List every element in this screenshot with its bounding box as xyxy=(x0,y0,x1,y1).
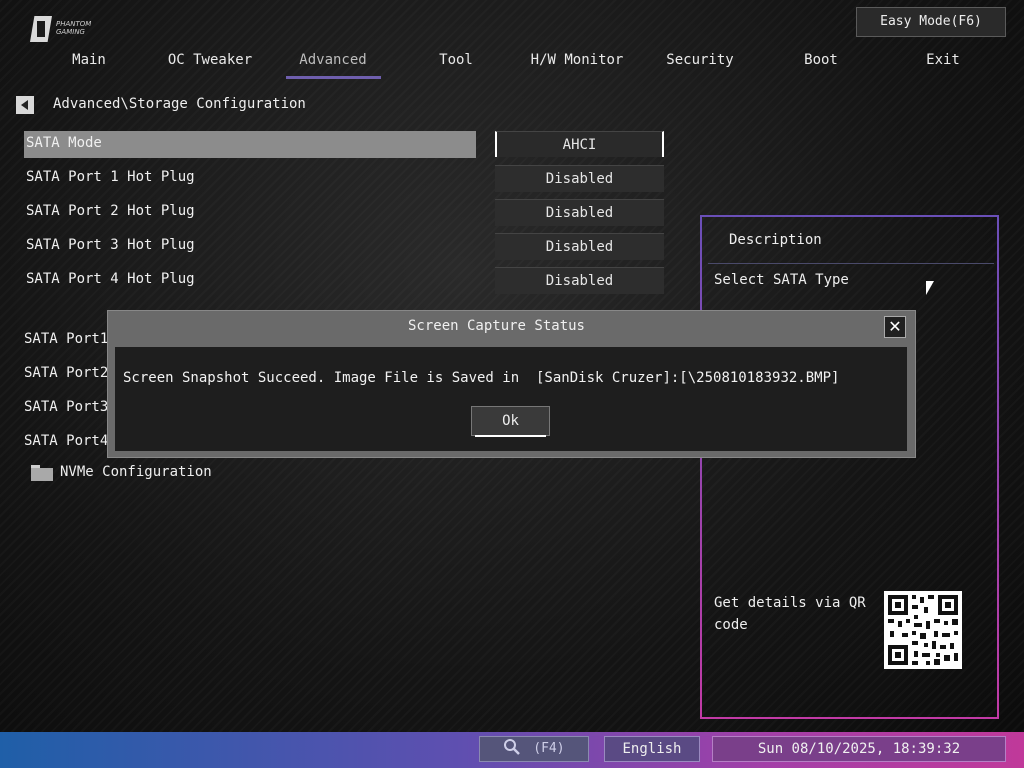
ok-button[interactable]: Ok xyxy=(471,406,550,437)
mouse-cursor-icon xyxy=(926,281,934,295)
tab-hw-monitor[interactable]: H/W Monitor xyxy=(516,52,638,72)
setting-value-port3-hotplug[interactable]: Disabled xyxy=(495,233,664,260)
sata-port4-info: SATA Port4 xyxy=(24,433,109,449)
description-divider xyxy=(708,263,994,264)
description-title: Description xyxy=(729,232,822,248)
tab-boot[interactable]: Boot xyxy=(760,52,882,72)
tab-oc-tweaker[interactable]: OC Tweaker xyxy=(149,52,271,72)
setting-label-port4-hotplug[interactable]: SATA Port 4 Hot Plug xyxy=(26,271,195,287)
sata-port1-info: SATA Port1 xyxy=(24,331,109,347)
setting-value-sata-mode[interactable]: AHCI xyxy=(495,131,664,157)
setting-value-port1-hotplug[interactable]: Disabled xyxy=(495,165,664,192)
setting-label-port3-hotplug[interactable]: SATA Port 3 Hot Plug xyxy=(26,237,195,253)
easy-mode-button[interactable]: Easy Mode(F6) xyxy=(856,7,1006,37)
language-button[interactable]: English xyxy=(604,736,700,762)
tab-security[interactable]: Security xyxy=(639,52,761,72)
phantom-gaming-logo: PHANTOM GAMING xyxy=(30,16,106,44)
search-shortcut: (F4) xyxy=(533,741,565,756)
search-button[interactable]: (F4) xyxy=(479,736,589,762)
tab-main[interactable]: Main xyxy=(28,52,150,72)
qr-caption: Get details via QR code xyxy=(714,595,866,633)
setting-label-port2-hotplug[interactable]: SATA Port 2 Hot Plug xyxy=(26,203,195,219)
close-icon[interactable]: ✕ xyxy=(884,316,906,338)
sata-port2-info: SATA Port2 xyxy=(24,365,109,381)
qr-code-icon xyxy=(884,591,962,669)
search-icon xyxy=(503,739,533,756)
tab-exit[interactable]: Exit xyxy=(882,52,1004,72)
datetime-display: Sun 08/10/2025, 18:39:32 xyxy=(712,736,1006,762)
nvme-configuration-link[interactable]: NVMe Configuration xyxy=(60,464,212,480)
setting-value-port2-hotplug[interactable]: Disabled xyxy=(495,199,664,226)
folder-icon xyxy=(31,465,53,481)
setting-value-port4-hotplug[interactable]: Disabled xyxy=(495,267,664,294)
active-tab-indicator xyxy=(286,76,381,79)
sata-port3-info: SATA Port3 xyxy=(24,399,109,415)
back-arrow-icon[interactable] xyxy=(16,96,34,114)
breadcrumb: Advanced\Storage Configuration xyxy=(53,96,306,112)
tab-tool[interactable]: Tool xyxy=(395,52,517,72)
dialog-message: Screen Snapshot Succeed. Image File is S… xyxy=(123,370,840,386)
setting-label-port1-hotplug[interactable]: SATA Port 1 Hot Plug xyxy=(26,169,195,185)
setting-label-sata-mode[interactable]: SATA Mode xyxy=(26,135,102,151)
description-text: Select SATA Type xyxy=(714,272,849,288)
tab-advanced[interactable]: Advanced xyxy=(272,52,394,72)
dialog-title: Screen Capture Status xyxy=(407,318,585,334)
